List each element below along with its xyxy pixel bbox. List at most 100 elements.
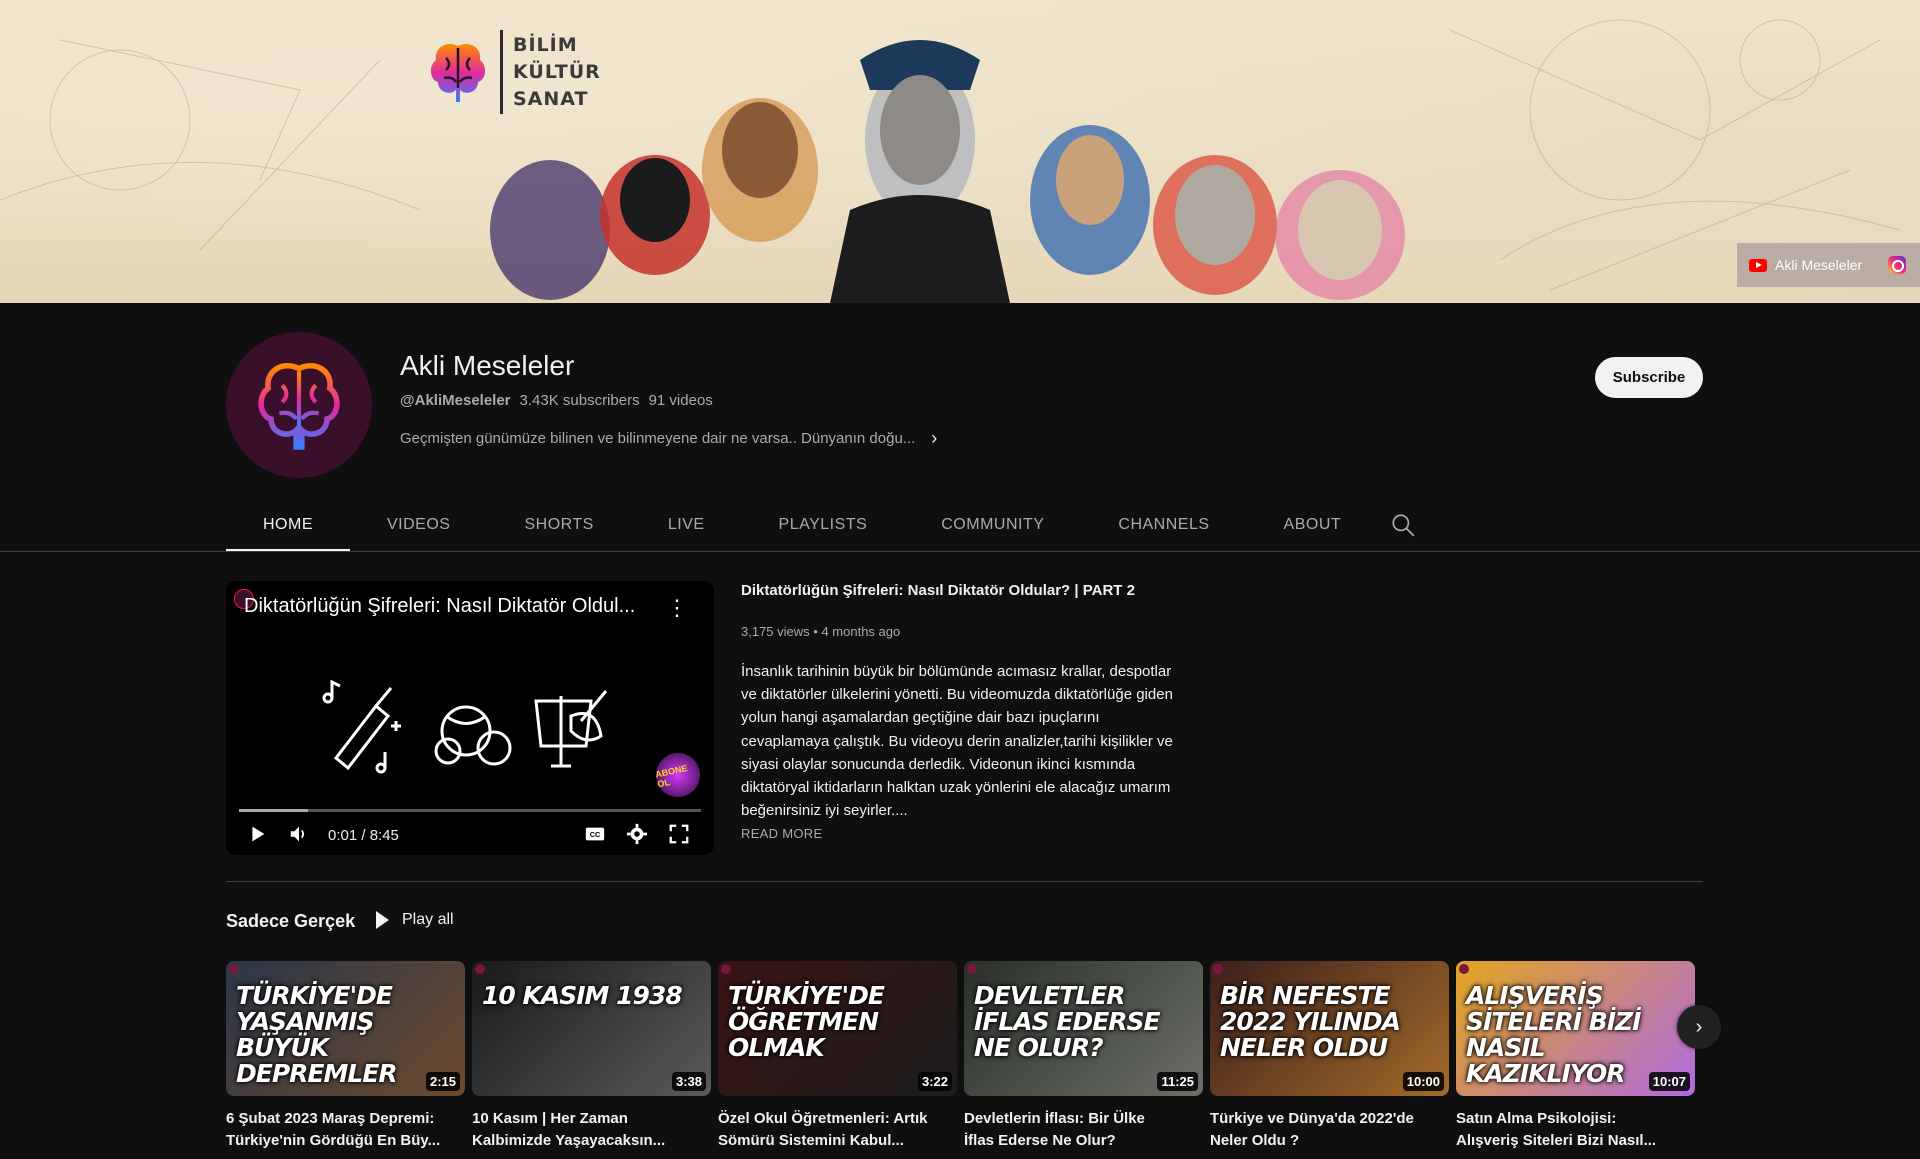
volume-icon[interactable] bbox=[288, 823, 310, 845]
player-time: 0:01 / 8:45 bbox=[328, 827, 399, 844]
shelf-video-card[interactable]: DEVLETLER İFLAS EDERSE NE OLUR? 11:25 Devl… bbox=[964, 961, 1203, 1152]
subscriber-count: 3.43K subscribers bbox=[519, 392, 640, 409]
video-thumbnail[interactable]: DEVLETLER İFLAS EDERSE NE OLUR? 11:25 bbox=[964, 961, 1203, 1096]
video-title-line[interactable]: Türkiye ve Dünya'da 2022'de bbox=[1210, 1108, 1449, 1130]
shelf-video-card[interactable]: 10 KASIM 1938 3:38 10 Kasım | Her Zaman Kal… bbox=[472, 961, 711, 1152]
shelf-video-card[interactable]: ALIŞVERİŞ SİTELERİ BİZİ NASIL KAZIKLIYOR… bbox=[1456, 961, 1695, 1152]
video-title[interactable]: Özel Okul Öğretmenleri: Artık Sömürü Sist… bbox=[718, 1108, 957, 1152]
section-divider bbox=[226, 881, 1703, 882]
thumbnail-text: DEVLETLER İFLAS EDERSE NE OLUR? bbox=[974, 981, 1161, 1062]
video-thumbnail[interactable]: 10 KASIM 1938 3:38 bbox=[472, 961, 711, 1096]
banner-historical-figures bbox=[490, 40, 1405, 303]
channel-description-text[interactable]: Geçmişten günümüze bilinen ve bilinmeyen… bbox=[400, 430, 915, 447]
tab-shorts[interactable]: SHORTS bbox=[487, 497, 630, 552]
video-title[interactable]: Türkiye ve Dünya'da 2022'de Neler Oldu ? bbox=[1210, 1108, 1449, 1152]
subscribe-badge-overlay[interactable]: ABONE OL bbox=[651, 748, 705, 802]
settings-gear-icon[interactable] bbox=[626, 823, 648, 845]
video-title[interactable]: 10 Kasım | Her Zaman Kalbimizde Yaşayacak… bbox=[472, 1108, 711, 1152]
video-title-line[interactable]: 6 Şubat 2023 Maraş Depremi: bbox=[226, 1108, 465, 1130]
shelf-video-card[interactable]: TÜRKİYE'DE YAŞANMIŞ BÜYÜK DEPREMLER 2:15 6… bbox=[226, 961, 465, 1152]
thumbnail-text: 10 KASIM 1938 bbox=[482, 981, 683, 1010]
channel-meta: @AkliMeseleler 3.43K subscribers 91 vide… bbox=[400, 392, 713, 409]
player-progress-fill bbox=[239, 809, 309, 812]
channel-mini-avatar bbox=[229, 964, 239, 974]
channel-mini-avatar bbox=[475, 964, 485, 974]
video-duration: 10:00 bbox=[1402, 1072, 1444, 1091]
video-title-line[interactable]: Sömürü Sistemini Kabul... bbox=[718, 1130, 957, 1152]
read-more-link[interactable]: READ MORE bbox=[741, 826, 822, 841]
channel-avatar[interactable] bbox=[226, 332, 372, 478]
tab-live[interactable]: LIVE bbox=[631, 497, 742, 552]
shelf-title[interactable]: Sadece Gerçek bbox=[226, 911, 355, 932]
video-title-line[interactable]: Türkiye'nin Gördüğü En Büy... bbox=[226, 1130, 465, 1152]
video-thumbnail[interactable]: ALIŞVERİŞ SİTELERİ BİZİ NASIL KAZIKLIYOR… bbox=[1456, 961, 1695, 1096]
tab-about[interactable]: ABOUT bbox=[1247, 497, 1379, 552]
player-progress-bar[interactable] bbox=[239, 809, 701, 812]
video-title-line[interactable]: Satın Alma Psikolojisi: bbox=[1456, 1108, 1695, 1130]
chevron-right-icon[interactable]: › bbox=[931, 428, 937, 449]
subscribe-button[interactable]: Subscribe bbox=[1595, 357, 1703, 398]
shelf-next-button[interactable]: › bbox=[1677, 1005, 1721, 1049]
video-title-line[interactable]: Kalbimizde Yaşayacaksın... bbox=[472, 1130, 711, 1152]
search-icon[interactable] bbox=[1390, 512, 1416, 538]
fullscreen-icon[interactable] bbox=[668, 823, 690, 845]
play-all-button[interactable]: Play all bbox=[376, 911, 454, 929]
video-duration: 2:15 bbox=[425, 1072, 460, 1091]
banner-youtube-link[interactable]: Akli Meseleler bbox=[1775, 257, 1862, 273]
shelf-video-card[interactable]: TÜRKİYE'DE ÖĞRETMEN OLMAK 3:22 Özel Okul Ö… bbox=[718, 961, 957, 1152]
tab-channels[interactable]: CHANNELS bbox=[1081, 497, 1246, 552]
play-icon[interactable] bbox=[246, 823, 268, 845]
video-title-line[interactable]: Alışveriş Siteleri Bizi Nasıl... bbox=[1456, 1130, 1695, 1152]
featured-video-meta: 3,175 views • 4 months ago bbox=[741, 624, 900, 639]
channel-mini-avatar bbox=[721, 964, 731, 974]
video-title-line[interactable]: Devletlerin İflası: Bir Ülke bbox=[964, 1108, 1203, 1130]
svg-text:CC: CC bbox=[590, 830, 601, 839]
tab-community[interactable]: COMMUNITY bbox=[904, 497, 1081, 552]
thumbnail-text: ALIŞVERİŞ SİTELERİ BİZİ NASIL KAZIKLIYOR bbox=[1466, 981, 1641, 1088]
shelf-video-card[interactable]: BİR NEFESTE 2022 YILINDA NELER OLDU 10:00… bbox=[1210, 961, 1449, 1152]
channel-mini-avatar bbox=[1459, 964, 1469, 974]
more-vert-icon[interactable]: ⋮ bbox=[666, 595, 688, 621]
chevron-right-icon: › bbox=[1695, 1015, 1703, 1038]
video-duration: 3:22 bbox=[917, 1072, 952, 1091]
instagram-icon[interactable] bbox=[1888, 256, 1907, 274]
video-title[interactable]: Satın Alma Psikolojisi: Alışveriş Siteler… bbox=[1456, 1108, 1695, 1152]
video-title-line[interactable]: 10 Kasım | Her Zaman bbox=[472, 1108, 711, 1130]
video-duration: 3:38 bbox=[671, 1072, 706, 1091]
player-thumbnail-art bbox=[322, 679, 608, 774]
tab-playlists[interactable]: PLAYLISTS bbox=[742, 497, 905, 552]
video-duration: 11:25 bbox=[1157, 1072, 1198, 1091]
featured-video-title[interactable]: Diktatörlüğün Şifreleri: Nasıl Diktatör … bbox=[741, 582, 1135, 599]
channel-banner: BİLİM KÜLTÜR SANAT Akli Meseleler bbox=[0, 0, 1920, 303]
channel-name: Akli Meseleler bbox=[400, 350, 575, 381]
tab-home[interactable]: HOME bbox=[226, 497, 350, 552]
banner-social-links[interactable]: Akli Meseleler bbox=[1737, 243, 1920, 287]
view-count: 3,175 views bbox=[741, 624, 810, 639]
play-all-label: Play all bbox=[402, 911, 454, 928]
player-video-title[interactable]: Diktatörlüğün Şifreleri: Nasıl Diktatör … bbox=[244, 595, 654, 618]
featured-video-player[interactable]: Diktatörlüğün Şifreleri: Nasıl Diktatör … bbox=[226, 581, 714, 855]
video-title-line[interactable]: İflas Ederse Ne Olur? bbox=[964, 1130, 1203, 1152]
video-title[interactable]: 6 Şubat 2023 Maraş Depremi: Türkiye'nin G… bbox=[226, 1108, 465, 1152]
channel-mini-avatar bbox=[967, 964, 977, 974]
video-thumbnail[interactable]: BİR NEFESTE 2022 YILINDA NELER OLDU 10:00 bbox=[1210, 961, 1449, 1096]
play-icon bbox=[376, 911, 389, 929]
closed-captions-icon[interactable]: CC bbox=[584, 823, 606, 845]
video-title-line[interactable]: Özel Okul Öğretmenleri: Artık bbox=[718, 1108, 957, 1130]
channel-description[interactable]: Geçmişten günümüze bilinen ve bilinmeyen… bbox=[400, 428, 937, 449]
video-duration: 10:07 bbox=[1648, 1072, 1690, 1091]
brain-logo-icon bbox=[430, 43, 486, 102]
tab-videos[interactable]: VIDEOS bbox=[350, 497, 487, 552]
video-thumbnail[interactable]: TÜRKİYE'DE YAŞANMIŞ BÜYÜK DEPREMLER 2:15 bbox=[226, 961, 465, 1096]
featured-video-description: İnsanlık tarihinin büyük bir bölümünde a… bbox=[741, 663, 1173, 820]
thumbnail-text: BİR NEFESTE 2022 YILINDA NELER OLDU bbox=[1220, 981, 1401, 1062]
upload-age: 4 months ago bbox=[821, 624, 901, 639]
video-title-line[interactable]: Neler Oldu ? bbox=[1210, 1130, 1449, 1152]
video-title[interactable]: Devletlerin İflası: Bir Ülke İflas Ederse… bbox=[964, 1108, 1203, 1152]
video-count: 91 videos bbox=[648, 392, 713, 409]
thumbnail-text: TÜRKİYE'DE ÖĞRETMEN OLMAK bbox=[728, 981, 885, 1062]
brain-logo-icon bbox=[258, 362, 340, 450]
tabs-divider bbox=[0, 551, 1920, 552]
video-thumbnail[interactable]: TÜRKİYE'DE ÖĞRETMEN OLMAK 3:22 bbox=[718, 961, 957, 1096]
youtube-icon bbox=[1749, 258, 1767, 272]
